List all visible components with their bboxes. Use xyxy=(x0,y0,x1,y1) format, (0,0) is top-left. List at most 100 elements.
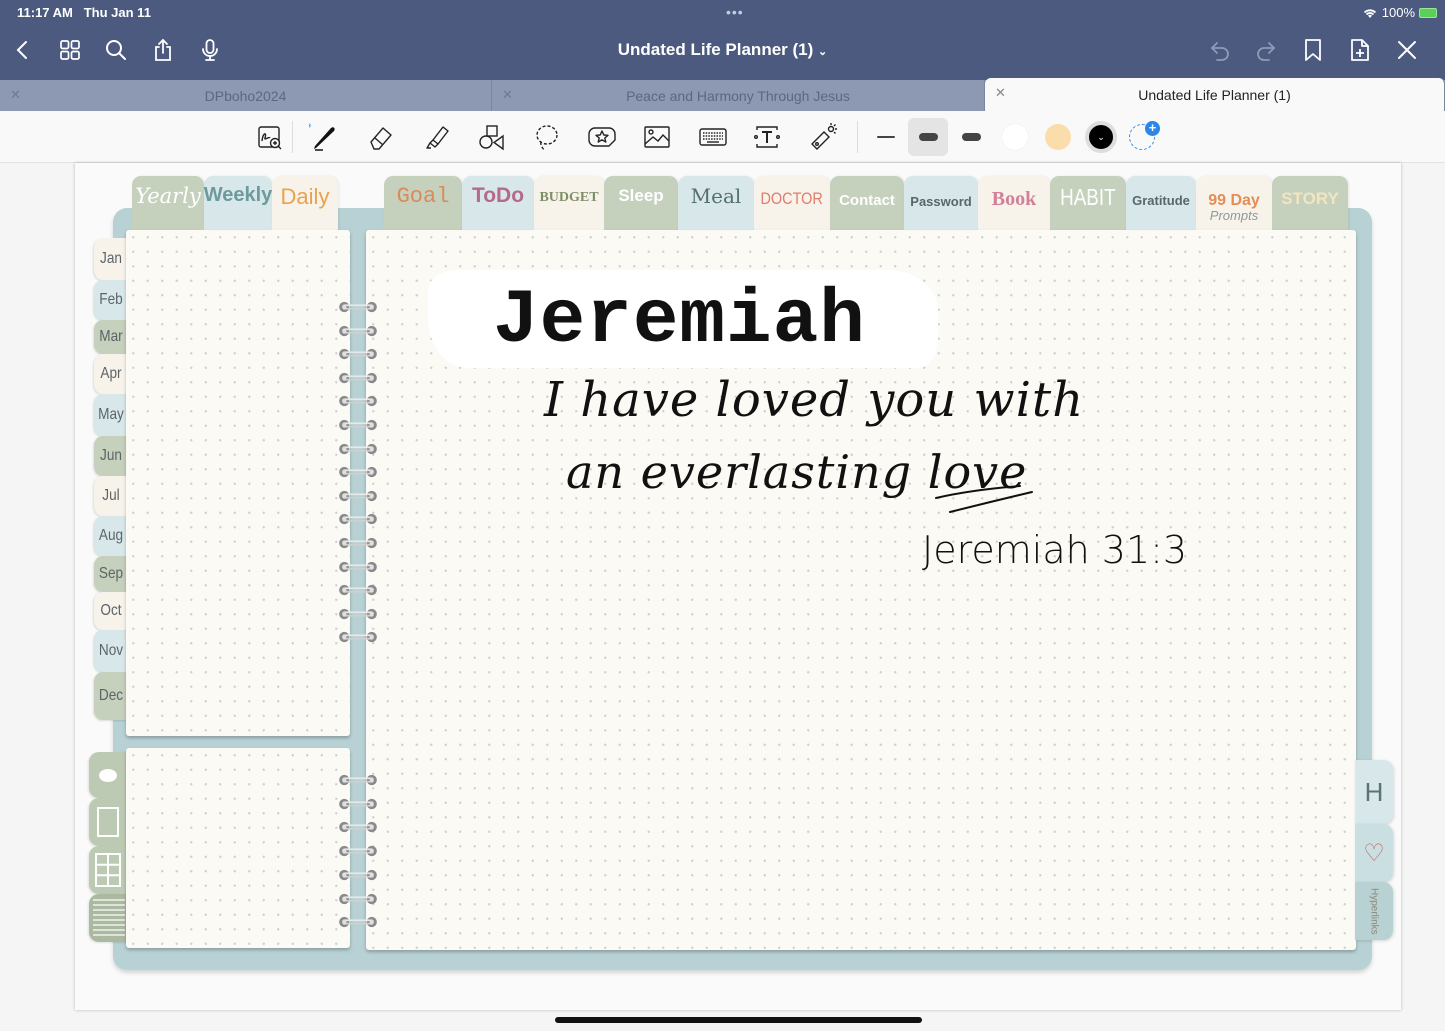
multitask-dots[interactable]: ••• xyxy=(726,4,744,20)
month-tab-jun[interactable]: Jun xyxy=(94,436,128,476)
month-tab-nov[interactable]: Nov xyxy=(94,630,128,672)
tab-weekly[interactable]: Weekly xyxy=(204,176,272,234)
undo-icon[interactable] xyxy=(1206,36,1234,64)
tab-todo[interactable]: ToDo xyxy=(462,176,534,234)
tab-sleep[interactable]: Sleep xyxy=(604,176,678,234)
stroke-thick-button[interactable] xyxy=(951,118,991,156)
shapes-icon[interactable] xyxy=(473,119,509,155)
tab-dpboho2024[interactable]: ✕ DPboho2024 xyxy=(0,80,492,111)
tab-budget[interactable]: BUDGET xyxy=(534,176,604,234)
month-tab-apr[interactable]: Apr xyxy=(94,354,128,394)
tab-story-label: STORY xyxy=(1281,189,1339,208)
month-tab-jul[interactable]: Jul xyxy=(94,476,128,516)
text-box-icon[interactable] xyxy=(749,119,785,155)
grid-page-icon[interactable] xyxy=(89,846,127,894)
home-indicator[interactable] xyxy=(555,1017,922,1023)
keyboard-icon[interactable] xyxy=(695,119,731,155)
tab-99-day-prompts[interactable]: 99 Day Prompts xyxy=(1196,176,1272,234)
left-page-top[interactable] xyxy=(126,230,350,736)
month-tab-may[interactable]: May xyxy=(94,394,128,436)
stickers-icon[interactable] xyxy=(584,119,620,155)
image-icon[interactable] xyxy=(639,119,675,155)
spiral-ring xyxy=(339,869,377,881)
tab-daily[interactable]: Daily xyxy=(272,176,338,234)
app: 11:17 AM Thu Jan 11 ••• 100% Undated Lif… xyxy=(0,0,1445,1031)
lasso-icon[interactable] xyxy=(529,119,565,155)
chevron-down-icon[interactable]: ⌄ xyxy=(818,46,827,58)
tab-budget-label: BUDGET xyxy=(539,190,599,205)
eraser-icon[interactable] xyxy=(363,119,399,155)
tab-password-label: Password xyxy=(910,194,972,209)
spiral-ring xyxy=(339,395,377,407)
color-swatch-peach[interactable] xyxy=(1045,124,1071,150)
month-tab-oct[interactable]: Oct xyxy=(94,592,128,630)
tab-book[interactable]: Book xyxy=(978,176,1050,234)
color-swatch-black[interactable]: ⌄ xyxy=(1085,121,1117,153)
tab-meal-label: Meal xyxy=(690,184,742,208)
tab-weekly-label: Weekly xyxy=(203,184,273,206)
tab-goal[interactable]: Goal xyxy=(384,176,462,234)
tab-label: Peace and Harmony Through Jesus xyxy=(626,87,850,104)
favorites-tab[interactable]: ♡ xyxy=(1355,824,1393,882)
pen-icon[interactable]: * xyxy=(306,119,342,155)
month-tab-label: May xyxy=(98,406,124,423)
add-page-icon[interactable] xyxy=(1346,36,1374,64)
tab-daily-label: Daily xyxy=(280,184,330,209)
stroke-medium-button[interactable] xyxy=(908,118,948,156)
month-tab-dec[interactable]: Dec xyxy=(94,672,128,720)
tab-doctor[interactable]: DOCTOR xyxy=(754,176,830,234)
plus-icon[interactable]: + xyxy=(1145,121,1160,136)
tab-close-icon[interactable]: ✕ xyxy=(502,87,513,103)
verse-line-1: I have loved you with xyxy=(544,372,1085,428)
spiral-ring xyxy=(339,916,377,928)
left-page-bottom[interactable] xyxy=(126,748,350,948)
tab-gratitude[interactable]: Gratitude xyxy=(1126,176,1196,234)
bookmark-icon[interactable] xyxy=(1299,36,1327,64)
redo-icon[interactable] xyxy=(1252,36,1280,64)
spiral-ring xyxy=(339,798,377,810)
document-title-text[interactable]: Undated Life Planner (1) xyxy=(618,40,814,59)
sticker-oval-icon[interactable] xyxy=(89,752,127,798)
spiral-ring xyxy=(339,608,377,620)
month-tab-jan[interactable]: Jan xyxy=(94,238,128,280)
lined-page-icon[interactable] xyxy=(89,894,127,942)
toolbar-divider xyxy=(857,121,858,153)
stroke-thin-button[interactable] xyxy=(866,118,906,156)
color-swatch-white[interactable] xyxy=(1002,124,1028,150)
hyperlinks-tab[interactable]: Hyperlinks xyxy=(1355,882,1393,940)
month-tab-mar[interactable]: Mar xyxy=(94,320,128,354)
tab-peace-and-harmony[interactable]: ✕ Peace and Harmony Through Jesus xyxy=(492,80,985,111)
laser-pointer-icon[interactable] xyxy=(805,119,841,155)
zoom-window-icon[interactable] xyxy=(252,119,288,155)
date-text: Thu Jan 11 xyxy=(83,5,151,20)
tab-story[interactable]: STORY xyxy=(1272,176,1348,234)
home-tab[interactable]: H xyxy=(1355,760,1393,824)
highlighter-icon[interactable] xyxy=(418,119,454,155)
verse-reference: Jeremiah 31:3 xyxy=(922,528,1188,572)
month-tab-sep[interactable]: Sep xyxy=(94,556,128,592)
blank-page-icon[interactable] xyxy=(89,798,127,846)
month-tab-label: Apr xyxy=(100,365,122,382)
tab-gratitude-label: Gratitude xyxy=(1132,193,1190,208)
month-tab-feb[interactable]: Feb xyxy=(94,280,128,320)
battery-icon xyxy=(1419,7,1437,18)
close-edit-icon[interactable] xyxy=(1393,36,1421,64)
month-tab-aug[interactable]: Aug xyxy=(94,516,128,556)
tab-habit[interactable]: HABIT xyxy=(1050,176,1126,234)
svg-text:*: * xyxy=(309,123,312,133)
tab-close-icon[interactable]: ✕ xyxy=(10,87,21,103)
spiral-ring xyxy=(339,443,377,455)
tab-password[interactable]: Password xyxy=(904,176,978,234)
tab-meal[interactable]: Meal xyxy=(678,176,754,234)
page-heading: Jeremiah xyxy=(493,278,866,364)
document-tab-bar: ✕ DPboho2024 ✕ Peace and Harmony Through J… xyxy=(0,78,1445,111)
spiral-ring xyxy=(339,584,377,596)
tab-contact[interactable]: Contact xyxy=(830,176,904,234)
month-tab-label: Nov xyxy=(98,642,124,659)
tab-yearly[interactable]: Yearly xyxy=(132,176,204,234)
tab-undated-life-planner[interactable]: ✕ Undated Life Planner (1) xyxy=(985,78,1445,111)
month-tab-label: Sep xyxy=(98,565,124,582)
tab-close-icon[interactable]: ✕ xyxy=(995,85,1006,101)
month-tab-label: Jun xyxy=(100,447,122,464)
spiral-ring xyxy=(339,513,377,525)
